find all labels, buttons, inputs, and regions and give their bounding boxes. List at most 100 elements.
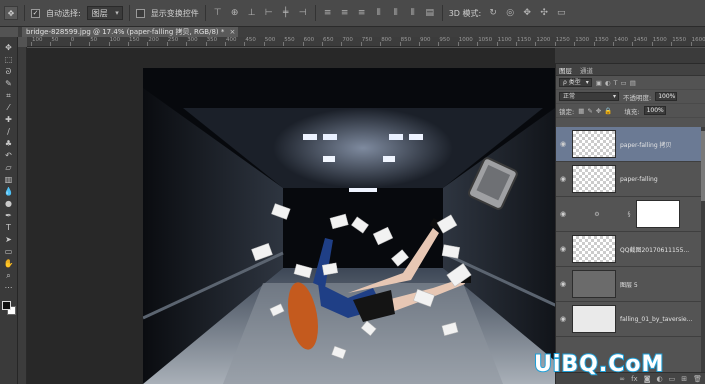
visibility-eye-icon[interactable]: ◉ xyxy=(556,210,570,218)
move-tool-icon[interactable]: ✥ xyxy=(4,6,18,20)
layer-row[interactable]: ◉ paper-falling 拷贝 xyxy=(556,127,705,162)
quick-select-tool-icon[interactable]: ✎ xyxy=(2,79,16,89)
distribute-top-icon[interactable]: ≡ xyxy=(322,7,334,19)
ruler-tick-label: 150 xyxy=(129,37,140,43)
scrollbar-thumb[interactable] xyxy=(701,131,705,201)
trash-icon[interactable]: 🗑 xyxy=(693,375,702,383)
shape-filter-icon[interactable]: ▭ xyxy=(621,79,627,87)
layer-name[interactable]: paper-falling 拷贝 xyxy=(620,140,698,149)
lock-pixels-icon[interactable]: ✎ xyxy=(587,107,592,115)
auto-select-dropdown[interactable]: 图层 xyxy=(86,6,123,20)
shape-tool-icon[interactable]: ▭ xyxy=(2,247,16,257)
gradient-tool-icon[interactable]: ▥ xyxy=(2,175,16,185)
path-select-tool-icon[interactable]: ➤ xyxy=(2,235,16,245)
3d-slide-icon[interactable]: ✣ xyxy=(538,7,550,19)
distribute-vcenter-icon[interactable]: ≡ xyxy=(339,7,351,19)
close-icon[interactable]: × xyxy=(229,27,235,37)
ruler-tick-label: 300 xyxy=(187,37,198,43)
visibility-eye-icon[interactable]: ◉ xyxy=(556,315,570,323)
ruler-tick-mark xyxy=(593,42,595,46)
kind-filter-dropdown[interactable]: ρ 类型 xyxy=(559,78,592,87)
new-layer-icon[interactable]: ⊞ xyxy=(681,375,687,383)
hand-tool-icon[interactable]: ✋ xyxy=(2,259,16,269)
document-tab[interactable]: bridge-828599.jpg @ 17.4% (paper-falling… xyxy=(22,27,239,37)
3d-roll-icon[interactable]: ◎ xyxy=(504,7,516,19)
layer-name[interactable]: paper-falling xyxy=(620,176,698,183)
layer-name[interactable]: 图层 5 xyxy=(620,280,698,289)
ruler-tick-mark xyxy=(283,42,285,46)
color-swatches[interactable] xyxy=(1,301,16,315)
history-brush-tool-icon[interactable]: ↶ xyxy=(2,151,16,161)
zoom-tool-icon[interactable]: ⌕ xyxy=(2,271,16,281)
folder-icon[interactable]: ▭ xyxy=(669,375,676,383)
align-top-icon[interactable]: ⊤ xyxy=(212,7,224,19)
more-tools-icon[interactable]: ⋯ xyxy=(2,283,16,293)
pixel-filter-icon[interactable]: ▣ xyxy=(596,79,602,87)
document-canvas[interactable] xyxy=(143,68,583,384)
visibility-eye-icon[interactable]: ◉ xyxy=(556,280,570,288)
layer-name[interactable]: falling_01_by_taversie... xyxy=(620,316,698,323)
auto-select-checkbox[interactable]: ✓ xyxy=(31,8,40,18)
align-vcenter-icon[interactable]: ⊕ xyxy=(229,7,241,19)
ruler-tick-mark xyxy=(457,42,459,46)
layer-row[interactable]: ◉ ⚙ § xyxy=(556,197,705,232)
align-right-icon[interactable]: ⊣ xyxy=(297,7,309,19)
tab-layers[interactable]: 图层 xyxy=(559,65,572,75)
layer-name[interactable]: QQ截图20170611155... xyxy=(620,245,698,254)
crop-tool-icon[interactable]: ⌗ xyxy=(2,91,16,101)
layer-row[interactable]: ◉ falling_01_by_taversie... xyxy=(556,302,705,337)
vertical-ruler[interactable] xyxy=(18,47,27,384)
adjustment-filter-icon[interactable]: ◐ xyxy=(605,79,611,87)
ruler-tick-mark xyxy=(535,42,537,46)
eraser-tool-icon[interactable]: ▱ xyxy=(2,163,16,173)
tab-channels[interactable]: 通道 xyxy=(580,65,593,75)
eyedropper-tool-icon[interactable]: ⁄ xyxy=(2,103,16,113)
distribute-right-icon[interactable]: ⫴ xyxy=(407,7,419,19)
visibility-eye-icon[interactable]: ◉ xyxy=(556,175,570,183)
layers-scrollbar[interactable] xyxy=(701,127,705,372)
move-tool-icon[interactable]: ✥ xyxy=(2,43,16,53)
brush-tool-icon[interactable]: ∕ xyxy=(2,127,16,137)
distribute-hcenter-icon[interactable]: ⫴ xyxy=(390,7,402,19)
lock-all-icon[interactable]: 🔒 xyxy=(604,107,612,115)
ruler-tick-label: 1400 xyxy=(614,37,628,43)
lock-position-icon[interactable]: ✥ xyxy=(596,107,601,115)
smart-filter-icon[interactable]: ▤ xyxy=(630,79,636,87)
marquee-tool-icon[interactable]: ⬚ xyxy=(2,55,16,65)
visibility-eye-icon[interactable]: ◉ xyxy=(556,245,570,253)
auto-select-label: 自动选择: xyxy=(46,8,81,18)
layer-mask-thumbnail[interactable] xyxy=(636,200,680,228)
ruler-tick-mark xyxy=(516,42,517,46)
blend-mode-dropdown[interactable]: 正常 xyxy=(559,92,619,101)
lock-transparency-icon[interactable]: ▦ xyxy=(578,107,584,115)
distribute-left-icon[interactable]: ⫴ xyxy=(373,7,385,19)
show-transform-checkbox[interactable] xyxy=(135,8,145,18)
horizontal-ruler[interactable]: 100 50 0 50 100 150 200 250 300 350 400 450 500 550 60… xyxy=(27,37,705,47)
healing-brush-tool-icon[interactable]: ✚ xyxy=(2,115,16,125)
canvas-workspace[interactable] xyxy=(27,48,583,384)
3d-rotate-icon[interactable]: ↻ xyxy=(487,7,499,19)
3d-drag-icon[interactable]: ✥ xyxy=(521,7,533,19)
blur-tool-icon[interactable]: 💧 xyxy=(2,187,16,197)
layer-row[interactable]: ◉ paper-falling xyxy=(556,162,705,197)
layer-thumbnail xyxy=(572,165,616,193)
type-tool-icon[interactable]: T xyxy=(2,223,16,233)
ruler-tick-label: 400 xyxy=(226,37,237,43)
lasso-tool-icon[interactable]: ᘐ xyxy=(2,67,16,77)
opacity-input[interactable]: 100% xyxy=(655,92,678,101)
3d-scale-icon[interactable]: ▭ xyxy=(555,7,567,19)
distribute-bottom-icon[interactable]: ≡ xyxy=(356,7,368,19)
layer-row[interactable]: ◉ QQ截图20170611155... xyxy=(556,232,705,267)
dodge-tool-icon[interactable]: ● xyxy=(2,199,16,209)
pen-tool-icon[interactable]: ✒ xyxy=(2,211,16,221)
clone-stamp-tool-icon[interactable]: ♣ xyxy=(2,139,16,149)
align-left-icon[interactable]: ⊢ xyxy=(263,7,275,19)
type-filter-icon[interactable]: T xyxy=(614,79,618,87)
align-hcenter-icon[interactable]: ╪ xyxy=(280,7,292,19)
foreground-color-swatch[interactable] xyxy=(1,301,11,310)
visibility-eye-icon[interactable]: ◉ xyxy=(556,140,570,148)
layer-row[interactable]: ◉ 图层 5 xyxy=(556,267,705,302)
auto-align-icon[interactable]: ▤ xyxy=(424,7,436,19)
align-bottom-icon[interactable]: ⊥ xyxy=(246,7,258,19)
fill-input[interactable]: 100% xyxy=(643,106,666,115)
